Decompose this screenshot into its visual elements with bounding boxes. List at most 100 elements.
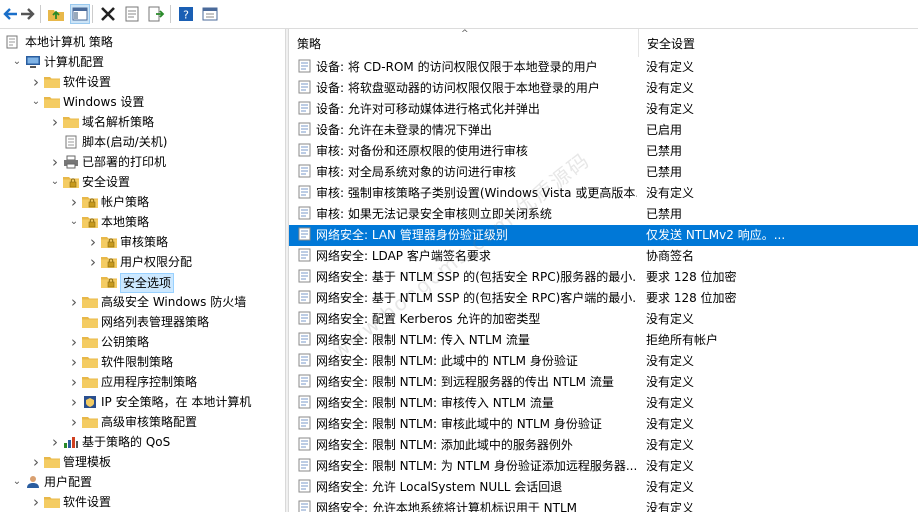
folder-icon xyxy=(82,295,98,309)
tree-node[interactable]: › 管理模板 xyxy=(30,452,111,472)
chevron-right-icon[interactable]: › xyxy=(30,72,42,92)
tree-node[interactable]: › 域名解析策略 xyxy=(49,112,154,132)
tree-node[interactable]: › 高级安全 Windows 防火墙 xyxy=(68,292,246,312)
tree-node-label: 计算机配置 xyxy=(44,55,105,69)
chevron-right-icon[interactable]: › xyxy=(49,432,61,452)
policy-name: 网络安全: 限制 NTLM: 为 NTLM 身份验证添加远程服务器... xyxy=(316,459,637,473)
tree-node[interactable]: › 公钥策略 xyxy=(68,332,149,352)
table-row[interactable]: 设备: 允许对可移动媒体进行格式化并弹出 没有定义 xyxy=(289,99,918,120)
folder-icon xyxy=(82,375,98,389)
tree-node[interactable]: › 高级审核策略配置 xyxy=(68,412,197,432)
policy-name: 设备: 允许在未登录的情况下弹出 xyxy=(316,123,492,137)
column-header-setting[interactable]: 安全设置 xyxy=(639,29,918,57)
table-row[interactable]: 网络安全: 限制 NTLM: 为 NTLM 身份验证添加远程服务器... 没有定义 xyxy=(289,456,918,477)
tree-node[interactable]: › 软件限制策略 xyxy=(68,352,173,372)
chevron-right-icon[interactable]: › xyxy=(68,292,80,312)
table-row[interactable]: 审核: 如果无法记录安全审核则立即关闭系统 已禁用 xyxy=(289,204,918,225)
tree-node[interactable]: › 软件设置 xyxy=(30,492,111,512)
tree-node[interactable]: ⌄ Windows 设置 xyxy=(30,92,145,112)
tree-node[interactable]: › 审核策略 xyxy=(87,232,168,252)
table-row[interactable]: 网络安全: LDAP 客户端签名要求 协商签名 xyxy=(289,246,918,267)
chevron-down-icon[interactable]: ⌄ xyxy=(30,92,42,112)
table-row[interactable]: 设备: 将软盘驱动器的访问权限仅限于本地登录的用户 没有定义 xyxy=(289,78,918,99)
tree-node[interactable]: ⌄ 安全设置 xyxy=(49,172,130,192)
chevron-right-icon[interactable]: › xyxy=(68,392,80,412)
table-row[interactable]: 网络安全: 允许 LocalSystem NULL 会话回退 没有定义 xyxy=(289,477,918,498)
tree-node[interactable]: › 用户权限分配 xyxy=(87,252,192,272)
policy-cell: 网络安全: 限制 NTLM: 审核传入 NTLM 流量 xyxy=(297,393,637,414)
tree-node[interactable]: ⌄ 用户配置 xyxy=(11,472,92,492)
tree-node[interactable]: › 帐户策略 xyxy=(68,192,149,212)
table-row[interactable]: 网络安全: 限制 NTLM: 审核传入 NTLM 流量 没有定义 xyxy=(289,393,918,414)
chevron-right-icon[interactable]: › xyxy=(68,192,80,212)
properties-button[interactable] xyxy=(122,4,142,24)
up-folder-button[interactable] xyxy=(46,4,66,24)
table-row[interactable]: 网络安全: LAN 管理器身份验证级别 仅发送 NTLMv2 响应。... xyxy=(289,225,918,246)
table-row[interactable]: 审核: 对备份和还原权限的使用进行审核 已禁用 xyxy=(289,141,918,162)
policy-item-icon xyxy=(297,332,313,346)
policy-name: 网络安全: LDAP 客户端签名要求 xyxy=(316,249,491,263)
table-row[interactable]: 网络安全: 基于 NTLM SSP 的(包括安全 RPC)服务器的最小... 要求… xyxy=(289,267,918,288)
chevron-right-icon[interactable]: › xyxy=(68,332,80,352)
tree-node[interactable]: › 基于策略的 QoS xyxy=(49,432,170,452)
chevron-down-icon[interactable]: ⌄ xyxy=(11,52,23,72)
chevron-right-icon[interactable]: › xyxy=(68,372,80,392)
table-row[interactable]: 网络安全: 限制 NTLM: 传入 NTLM 流量 拒绝所有帐户 xyxy=(289,330,918,351)
chevron-down-icon[interactable]: ⌄ xyxy=(49,172,61,192)
table-row[interactable]: 网络安全: 限制 NTLM: 到远程服务器的传出 NTLM 流量 没有定义 xyxy=(289,372,918,393)
table-row[interactable]: 网络安全: 基于 NTLM SSP 的(包括安全 RPC)客户端的最小... 要求… xyxy=(289,288,918,309)
policy-name: 网络安全: 限制 NTLM: 审核传入 NTLM 流量 xyxy=(316,396,554,410)
policy-item-icon xyxy=(297,143,313,157)
table-row[interactable]: 设备: 允许在未登录的情况下弹出 已启用 xyxy=(289,120,918,141)
tree-node[interactable]: 本地计算机 策略 xyxy=(0,32,113,52)
chevron-right-icon[interactable]: › xyxy=(87,252,99,272)
table-row[interactable]: 设备: 将 CD-ROM 的访问权限仅限于本地登录的用户 没有定义 xyxy=(289,57,918,78)
security-folder-icon xyxy=(63,175,79,189)
policy-cell: 网络安全: LDAP 客户端签名要求 xyxy=(297,246,637,267)
tree-node-label: 域名解析策略 xyxy=(82,115,155,129)
export-list-button[interactable] xyxy=(146,4,166,24)
table-row[interactable]: 网络安全: 允许本地系统将计算机标识用于 NTLM 没有定义 xyxy=(289,498,918,512)
folder-icon xyxy=(63,115,79,129)
policy-item-icon xyxy=(297,311,313,325)
tree-node[interactable]: ⌄ 本地策略 xyxy=(68,212,149,232)
chevron-right-icon[interactable]: › xyxy=(68,412,80,432)
table-row[interactable]: 审核: 强制审核策略子类别设置(Windows Vista 或更高版本... 没有… xyxy=(289,183,918,204)
tree-node[interactable]: › IP 安全策略，在 本地计算机 xyxy=(68,392,251,412)
chevron-right-icon[interactable]: › xyxy=(30,452,42,472)
delete-button[interactable] xyxy=(98,4,118,24)
help-button[interactable]: ? xyxy=(176,4,196,24)
security-setting-cell: 没有定义 xyxy=(646,60,695,74)
security-setting-cell: 没有定义 xyxy=(646,186,695,200)
policy-item-icon xyxy=(297,164,313,178)
policy-name: 审核: 对备份和还原权限的使用进行审核 xyxy=(316,144,528,158)
table-row[interactable]: 网络安全: 限制 NTLM: 添加此域中的服务器例外 没有定义 xyxy=(289,435,918,456)
table-row[interactable]: 网络安全: 配置 Kerberos 允许的加密类型 没有定义 xyxy=(289,309,918,330)
tree-node[interactable]: › 应用程序控制策略 xyxy=(68,372,197,392)
tree-node[interactable]: ⌄ 计算机配置 xyxy=(11,52,104,72)
policy-cell: 网络安全: 基于 NTLM SSP 的(包括安全 RPC)客户端的最小... xyxy=(297,288,637,309)
table-row[interactable]: 网络安全: 限制 NTLM: 审核此域中的 NTLM 身份验证 没有定义 xyxy=(289,414,918,435)
chevron-down-icon[interactable]: ⌄ xyxy=(68,212,80,232)
forward-arrow-button[interactable] xyxy=(18,4,38,24)
tree-node[interactable]: 安全选项 xyxy=(87,272,175,293)
chevron-down-icon[interactable]: ⌄ xyxy=(11,472,23,492)
chevron-right-icon[interactable]: › xyxy=(68,352,80,372)
security-setting-cell: 没有定义 xyxy=(646,81,695,95)
tree-node[interactable]: 脚本(启动/关机) xyxy=(49,132,167,152)
tree-node[interactable]: › 已部署的打印机 xyxy=(49,152,166,172)
chevron-right-icon[interactable]: › xyxy=(49,152,61,172)
security-setting-cell: 已禁用 xyxy=(646,165,683,179)
tree-node-label: 安全设置 xyxy=(82,175,131,189)
table-row[interactable]: 网络安全: 限制 NTLM: 此域中的 NTLM 身份验证 没有定义 xyxy=(289,351,918,372)
view-button[interactable] xyxy=(200,4,220,24)
show-hide-tree-button[interactable] xyxy=(70,4,90,24)
tree-node[interactable]: 网络列表管理器策略 xyxy=(68,312,209,332)
table-row[interactable]: 审核: 对全局系统对象的访问进行审核 已禁用 xyxy=(289,162,918,183)
show-hide-tree-icon xyxy=(72,7,88,21)
chevron-right-icon[interactable]: › xyxy=(87,232,99,252)
chevron-right-icon[interactable]: › xyxy=(30,492,42,512)
tree-node[interactable]: › 软件设置 xyxy=(30,72,111,92)
back-arrow-button[interactable] xyxy=(0,4,20,24)
chevron-right-icon[interactable]: › xyxy=(49,112,61,132)
